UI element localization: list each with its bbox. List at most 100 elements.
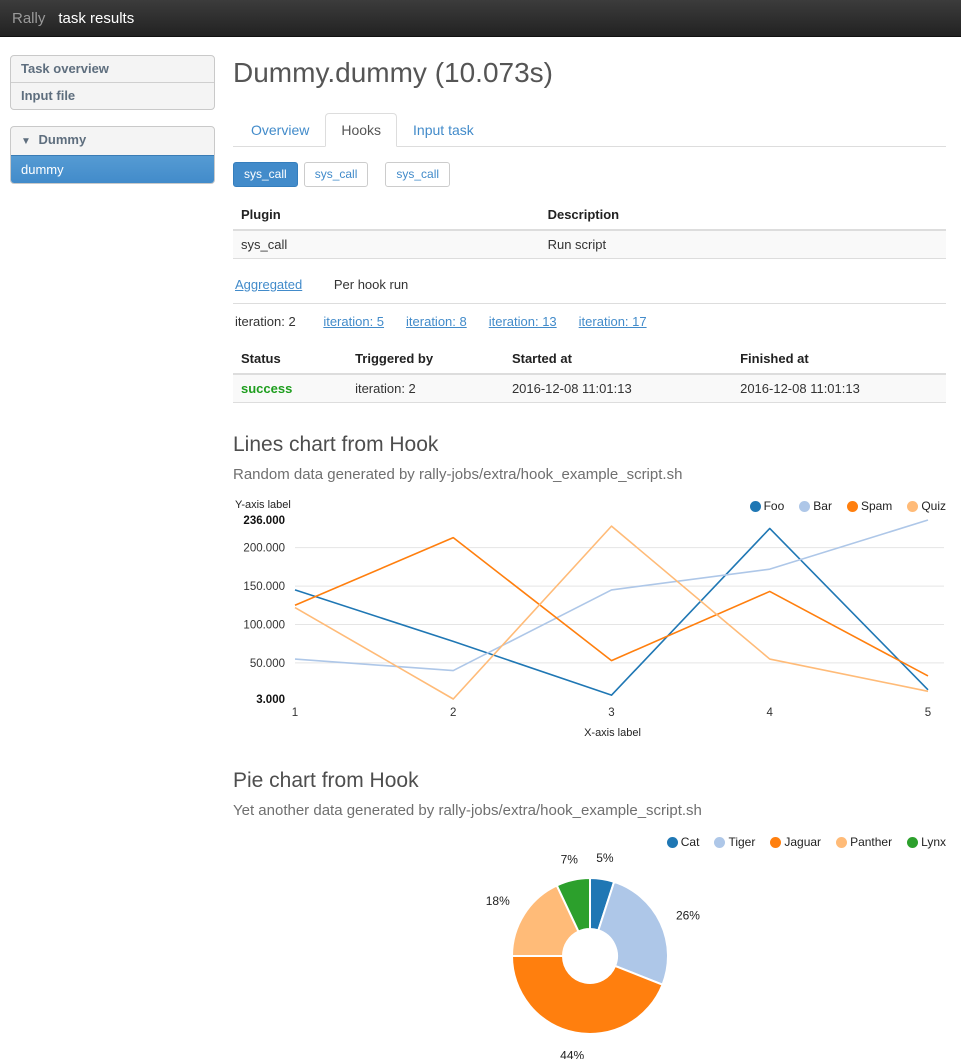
pie-chart: 5% 26% 44% 18% 7% [233, 849, 946, 1059]
legend-label: Lynx [921, 835, 946, 849]
legend-label: Spam [861, 499, 892, 513]
legend-dot-icon [799, 501, 810, 512]
plugin-table-cell: sys_call [233, 230, 540, 259]
legend-dot-icon [907, 501, 918, 512]
legend-item-panther[interactable]: Panther [836, 835, 892, 849]
legend-dot-icon [836, 837, 847, 848]
lines-chart-legend: Foo Bar Spam Quiz [735, 499, 946, 513]
started-at-cell: 2016-12-08 11:01:13 [504, 374, 732, 403]
runs-table-header: Status [233, 345, 347, 374]
legend-item-bar[interactable]: Bar [799, 499, 832, 513]
pie-chart-title: Pie chart from Hook [233, 769, 946, 793]
main-content: Dummy.dummy (10.073s) OverviewHooksInput… [233, 55, 946, 1059]
plugin-table-cell: Run script [540, 230, 946, 259]
runs-table-header: Finished at [732, 345, 946, 374]
status-cell: success [233, 374, 347, 403]
legend-label: Foo [764, 499, 785, 513]
plugin-table-header: Description [540, 201, 946, 230]
runs-table-header: Started at [504, 345, 732, 374]
top-navbar: Rally task results [0, 0, 961, 37]
y-axis-label: Y-axis label [233, 499, 291, 511]
pie-percent-label: 44% [560, 1048, 584, 1059]
rally-brand[interactable]: Rally [12, 10, 45, 27]
legend-dot-icon [667, 837, 678, 848]
y-tick-label: 3.000 [256, 694, 285, 706]
tab-input-task[interactable]: Input task [397, 113, 490, 147]
legend-dot-icon [750, 501, 761, 512]
hook-button-2[interactable]: sys_call [304, 162, 369, 187]
sidebar-item-dummy[interactable]: dummy [11, 155, 214, 183]
hook-button-3[interactable]: sys_call [385, 162, 450, 187]
x-tick-label: 4 [767, 707, 774, 719]
legend-label: Bar [813, 499, 832, 513]
sidebar-item-input-file[interactable]: Input file [11, 82, 214, 109]
tab-hooks[interactable]: Hooks [325, 113, 397, 147]
line-series-spam [295, 538, 928, 676]
y-tick-label: 50.000 [250, 658, 285, 670]
lines-chart: 236.000200.000150.000100.00050.0003.0001… [233, 513, 946, 725]
plugin-table: PluginDescription sys_callRun script [233, 201, 946, 259]
legend-label: Tiger [728, 835, 755, 849]
legend-dot-icon [714, 837, 725, 848]
finished-at-cell: 2016-12-08 11:01:13 [732, 374, 946, 403]
legend-item-lynx[interactable]: Lynx [907, 835, 946, 849]
sidebar-item-task-overview[interactable]: Task overview [11, 56, 214, 82]
x-tick-label: 2 [450, 707, 456, 719]
legend-item-cat[interactable]: Cat [667, 835, 700, 849]
pie-chart-header: Cat Tiger Jaguar Panther Lynx [233, 835, 946, 849]
iteration-links-row: iteration: 2 iteration: 5 iteration: 8 ite… [233, 304, 946, 331]
lines-chart-title: Lines chart from Hook [233, 433, 946, 457]
view-toggle-row: Aggregated Per hook run [233, 275, 946, 304]
hook-buttons-row: sys_callsys_callsys_call [233, 162, 946, 187]
per-hook-run-label[interactable]: Per hook run [334, 277, 408, 292]
line-series-foo [295, 528, 928, 695]
legend-item-quiz[interactable]: Quiz [907, 499, 946, 513]
tab-bar: OverviewHooksInput task [233, 113, 946, 147]
runs-table: StatusTriggered byStarted atFinished at … [233, 345, 946, 403]
x-tick-label: 1 [292, 707, 298, 719]
legend-label: Cat [681, 835, 700, 849]
y-tick-label: 200.000 [243, 543, 285, 555]
lines-chart-header: Y-axis label Foo Bar Spam Quiz [233, 499, 946, 513]
x-axis-label: X-axis label [233, 727, 946, 739]
legend-label: Jaguar [784, 835, 821, 849]
x-tick-label: 5 [925, 707, 931, 719]
table-row: successiteration: 22016-12-08 11:01:1320… [233, 374, 946, 403]
legend-label: Panther [850, 835, 892, 849]
page-body: Task overviewInput file ▼ Dummydummy Dum… [0, 37, 961, 1059]
pie-percent-label: 26% [676, 909, 700, 923]
iteration-link[interactable]: iteration: 5 [323, 314, 384, 329]
collapse-triangle-icon: ▼ [21, 136, 31, 147]
iteration-link[interactable]: iteration: 8 [406, 314, 467, 329]
legend-dot-icon [770, 837, 781, 848]
pie-slice-tiger[interactable] [598, 882, 668, 985]
sidebar: Task overviewInput file ▼ Dummydummy [10, 55, 215, 1059]
legend-item-foo[interactable]: Foo [750, 499, 785, 513]
aggregated-link[interactable]: Aggregated [235, 277, 302, 292]
legend-dot-icon [907, 837, 918, 848]
x-tick-label: 3 [608, 707, 614, 719]
pie-percent-label: 7% [561, 852, 579, 866]
hook-button-1[interactable]: sys_call [233, 162, 298, 187]
triggered-by-cell: iteration: 2 [347, 374, 504, 403]
legend-item-jaguar[interactable]: Jaguar [770, 835, 821, 849]
line-series-quiz [295, 526, 928, 699]
legend-item-spam[interactable]: Spam [847, 499, 892, 513]
iteration-link[interactable]: iteration: 13 [489, 314, 557, 329]
line-series-bar [295, 520, 928, 671]
iteration-link[interactable]: iteration: 17 [579, 314, 647, 329]
lines-chart-subtitle: Random data generated by rally-jobs/extr… [233, 466, 946, 483]
pie-chart-legend: Cat Tiger Jaguar Panther Lynx [652, 835, 946, 849]
plugin-table-header: Plugin [233, 201, 540, 230]
iteration-active[interactable]: iteration: 2 [235, 314, 296, 329]
tab-overview[interactable]: Overview [235, 113, 325, 147]
legend-dot-icon [847, 501, 858, 512]
pie-percent-label: 5% [596, 851, 614, 865]
table-row: sys_callRun script [233, 230, 946, 259]
pie-chart-subtitle: Yet another data generated by rally-jobs… [233, 802, 946, 819]
runs-table-header: Triggered by [347, 345, 504, 374]
legend-item-tiger[interactable]: Tiger [714, 835, 755, 849]
pie-percent-label: 18% [486, 894, 510, 908]
sidebar-nav-group: Task overviewInput file [10, 55, 215, 110]
sidebar-group-header-dummy[interactable]: ▼ Dummy [11, 127, 214, 155]
